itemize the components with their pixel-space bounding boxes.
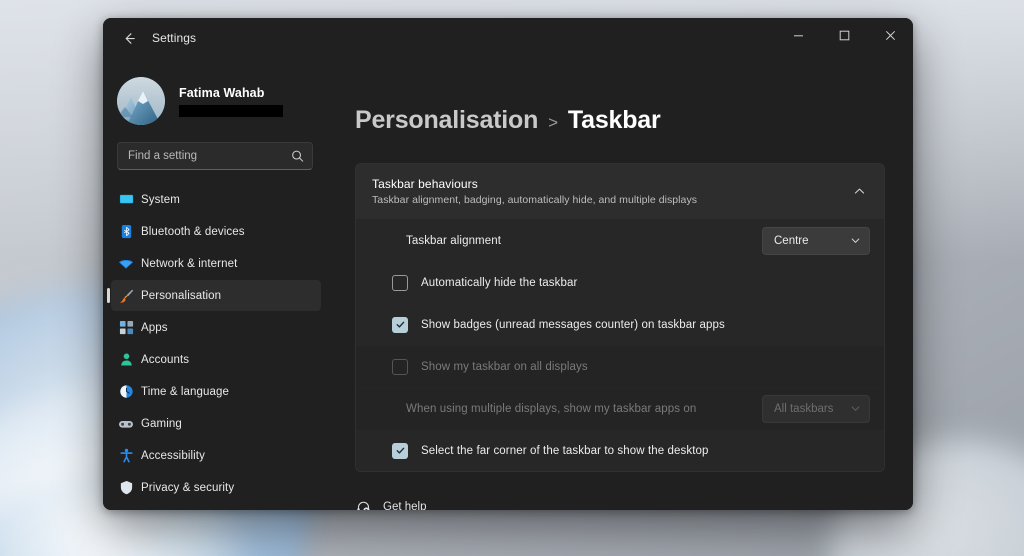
title-bar: Settings [103, 18, 913, 58]
page-title: Taskbar [567, 106, 661, 134]
sidebar-item-accessibility[interactable]: Accessibility [111, 440, 321, 471]
sidebar-item-network-internet[interactable]: Network & internet [111, 248, 321, 279]
row-auto-hide-taskbar[interactable]: Automatically hide the taskbar [356, 261, 884, 303]
gamepad-icon [117, 415, 135, 433]
sidebar-item-accounts[interactable]: Accounts [111, 344, 321, 375]
avatar[interactable] [117, 77, 165, 125]
sidebar-item-bluetooth-devices[interactable]: Bluetooth & devices [111, 216, 321, 247]
get-help-link[interactable]: Get help [355, 494, 885, 510]
sidebar-item-time-language[interactable]: Time & language [111, 376, 321, 407]
breadcrumb-parent[interactable]: Personalisation [355, 106, 538, 135]
accessibility-icon [117, 447, 135, 465]
accounts-icon [117, 351, 135, 369]
sidebar-item-system[interactable]: System [111, 184, 321, 215]
all-displays-checkbox [392, 358, 408, 375]
row-label: Taskbar alignment [406, 234, 502, 247]
row-far-corner-show-desktop[interactable]: Select the far corner of the taskbar to … [356, 429, 884, 471]
chevron-down-icon [850, 235, 861, 246]
taskbar-alignment-dropdown[interactable]: Centre [762, 226, 870, 255]
minimize-icon[interactable] [775, 18, 821, 52]
sidebar-item-label: Accessibility [141, 449, 205, 462]
sidebar-item-label: System [141, 193, 180, 206]
multiple-displays-dropdown: All taskbars [762, 394, 870, 423]
taskbar-behaviours-card: Taskbar behaviours Taskbar alignment, ba… [355, 163, 885, 472]
sidebar-nav: System Bluetooth & devices Network & int… [103, 184, 327, 504]
far-corner-checkbox[interactable] [392, 442, 408, 459]
sidebar-item-label: Gaming [141, 417, 182, 430]
sidebar-item-label: Accounts [141, 353, 190, 366]
chevron-up-icon[interactable] [849, 185, 870, 198]
paintbrush-icon [117, 287, 135, 305]
system-icon [117, 191, 135, 209]
window-controls [775, 18, 913, 58]
row-taskbar-all-displays: Show my taskbar on all displays [356, 345, 884, 387]
expander-title: Taskbar behaviours [372, 177, 478, 191]
row-label: Select the far corner of the taskbar to … [421, 444, 709, 457]
sidebar-item-label: Personalisation [141, 289, 222, 302]
sidebar-item-label: Apps [141, 321, 168, 334]
row-label: Show my taskbar on all displays [421, 360, 588, 373]
profile-text: Fatima Wahab [179, 86, 283, 117]
dropdown-value: All taskbars [774, 402, 834, 415]
wifi-icon [117, 255, 135, 273]
apps-icon [117, 319, 135, 337]
main-content: Personalisation > Taskbar Taskbar behavi… [327, 58, 913, 510]
search-input[interactable] [128, 150, 284, 162]
sidebar-item-personalisation[interactable]: Personalisation [107, 280, 321, 311]
desktop-background: Settings Fatima Wahab Find a setting Sys… [0, 0, 1024, 556]
breadcrumb: Personalisation > Taskbar [355, 58, 885, 135]
search-icon [291, 150, 304, 163]
profile-email-redacted [179, 104, 283, 117]
row-label: Automatically hide the taskbar [421, 276, 578, 289]
profile-section[interactable]: Fatima Wahab [103, 58, 327, 132]
breadcrumb-separator: > [548, 113, 558, 132]
profile-name: Fatima Wahab [179, 85, 265, 100]
window-body: Fatima Wahab Find a setting System Bluet… [103, 58, 913, 510]
chevron-down-icon [850, 403, 861, 414]
sidebar-item-label: Network & internet [141, 257, 238, 270]
sidebar-item-apps[interactable]: Apps [111, 312, 321, 343]
row-show-badges[interactable]: Show badges (unread messages counter) on… [356, 303, 884, 345]
maximize-icon[interactable] [821, 18, 867, 52]
auto-hide-checkbox[interactable] [392, 274, 408, 291]
sidebar-item-gaming[interactable]: Gaming [111, 408, 321, 439]
sidebar-item-label: Time & language [141, 385, 230, 398]
show-badges-checkbox[interactable] [392, 316, 408, 333]
settings-window: Settings Fatima Wahab Find a setting Sys… [103, 18, 913, 510]
sidebar-item-privacy-security[interactable]: Privacy & security [111, 472, 321, 503]
back-arrow-icon[interactable] [112, 23, 146, 53]
help-headset-icon [355, 500, 371, 510]
sidebar-item-label: Privacy & security [141, 481, 235, 494]
search-box[interactable] [117, 142, 313, 170]
bluetooth-icon [117, 223, 135, 241]
sidebar: Fatima Wahab Find a setting System Bluet… [103, 58, 327, 510]
sidebar-item-label: Bluetooth & devices [141, 225, 245, 238]
row-label: Show badges (unread messages counter) on… [421, 318, 725, 331]
footer-links: Get help Give feedback [355, 494, 885, 510]
expander-subtitle: Taskbar alignment, badging, automaticall… [372, 194, 698, 206]
app-title: Settings [152, 31, 197, 45]
dropdown-value: Centre [774, 234, 809, 247]
row-label: When using multiple displays, show my ta… [406, 402, 697, 415]
shield-icon [117, 479, 135, 497]
footer-link-label: Get help [383, 501, 427, 510]
row-multiple-displays-apps: When using multiple displays, show my ta… [356, 387, 884, 429]
expander-header[interactable]: Taskbar behaviours Taskbar alignment, ba… [356, 164, 884, 219]
row-taskbar-alignment: Taskbar alignment Centre [356, 219, 884, 261]
close-icon[interactable] [867, 18, 913, 52]
expander-text: Taskbar behaviours Taskbar alignment, ba… [372, 177, 849, 206]
clock-icon [117, 383, 135, 401]
search-section [103, 132, 327, 170]
